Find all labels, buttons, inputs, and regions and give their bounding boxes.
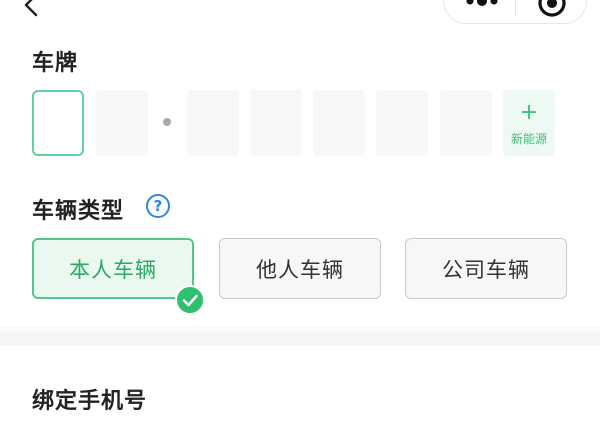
plate-slot-7[interactable] [440, 90, 492, 156]
plate-label: 车牌 [32, 51, 79, 76]
more-button[interactable] [462, 0, 502, 13]
plate-slot-3[interactable] [187, 90, 239, 156]
vehicle-type-company[interactable]: 公司车辆 [405, 238, 567, 299]
close-button[interactable] [536, 0, 568, 19]
bind-phone-label: 绑定手机号 [32, 389, 148, 414]
plate-slot-4[interactable] [250, 90, 302, 156]
back-button[interactable] [20, 0, 42, 17]
plate-slot-5[interactable] [313, 90, 365, 156]
vehicle-type-label: 车辆类型 [32, 199, 125, 224]
plus-icon: + [519, 100, 539, 125]
capsule-divider [515, 0, 516, 15]
mini-program-capsule [443, 0, 587, 24]
plate-separator-dot [163, 118, 171, 126]
section-divider [0, 332, 600, 346]
new-energy-slot-button[interactable]: + 新能源 [503, 90, 555, 156]
plate-slot-1[interactable] [32, 90, 84, 156]
new-energy-label: 新能源 [510, 132, 547, 146]
vehicle-type-own[interactable]: 本人车辆 [32, 238, 194, 299]
page: 车牌 + 新能源 车辆类型 ? 本人车辆 他人车辆 公司车辆 绑定手机号 [0, 0, 600, 427]
more-dots-icon [466, 0, 498, 6]
selected-check-icon [175, 285, 205, 315]
target-close-icon [538, 0, 566, 17]
plate-slot-2[interactable] [96, 90, 148, 156]
help-icon[interactable]: ? [146, 194, 170, 218]
vehicle-type-others[interactable]: 他人车辆 [219, 238, 381, 299]
chevron-left-icon [24, 0, 38, 17]
plate-slot-6[interactable] [376, 90, 428, 156]
